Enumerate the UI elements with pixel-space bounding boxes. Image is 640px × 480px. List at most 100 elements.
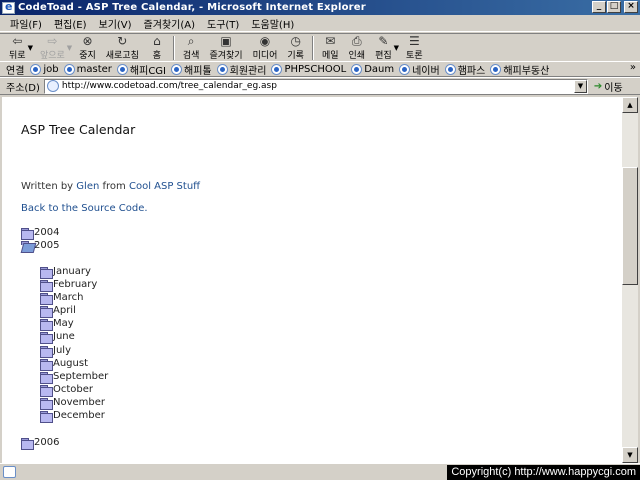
month-label: October: [53, 384, 94, 395]
print-label: 인쇄: [348, 51, 366, 61]
scroll-down-icon[interactable]: ▼: [622, 447, 638, 463]
maximize-button[interactable]: □: [607, 1, 621, 13]
link-label: 해피톨: [184, 65, 212, 77]
link-item[interactable]: master: [63, 63, 112, 75]
printer-icon: ⎙: [352, 33, 362, 48]
folder-closed-icon: [21, 227, 34, 240]
scroll-up-icon[interactable]: ▲: [622, 97, 638, 113]
link-item[interactable]: 회원관리: [216, 62, 267, 77]
year-label: 2005: [34, 240, 60, 251]
back-to-source-link[interactable]: Back to the Source Code.: [21, 203, 148, 214]
tree-year-2004[interactable]: 2004: [21, 226, 59, 240]
page-icon: [216, 63, 228, 75]
forward-dropdown-icon[interactable]: ▼: [67, 44, 72, 52]
stop-label: 중지: [79, 51, 96, 61]
link-label: 회원관리: [229, 65, 267, 77]
edit-dropdown-icon[interactable]: ▼: [394, 44, 399, 52]
link-item[interactable]: 햄파스: [444, 62, 486, 77]
favorites-button[interactable]: ▣ 즐겨찾기: [204, 34, 247, 62]
edit-page-icon: ✎: [378, 34, 389, 48]
search-label: 검색: [182, 51, 200, 61]
forward-button[interactable]: ⇨ 앞으로: [35, 34, 70, 62]
menu-edit[interactable]: 편집(E): [48, 16, 93, 31]
link-item[interactable]: 해피CGI: [116, 62, 166, 77]
address-label: 주소(D): [6, 82, 40, 94]
tree-month[interactable]: July: [40, 344, 71, 358]
folder-closed-icon: [40, 345, 53, 358]
address-input[interactable]: http://www.codetoad.com/tree_calendar_eg…: [43, 78, 588, 94]
refresh-label: 새로고침: [105, 51, 139, 61]
links-more-chevron-icon[interactable]: »: [630, 62, 636, 73]
link-item[interactable]: 네이버: [399, 62, 440, 77]
page-icon: [444, 63, 456, 75]
link-item[interactable]: PHPSCHOOL: [271, 63, 346, 75]
ie-icon: [2, 0, 15, 14]
toolbar-separator: [311, 35, 314, 60]
history-button[interactable]: ◷ 기록: [282, 34, 309, 62]
stop-icon: ⊗: [82, 34, 93, 48]
tree-month[interactable]: August: [40, 357, 88, 371]
tree-month[interactable]: March: [40, 291, 84, 305]
toolbar-separator: [172, 35, 175, 60]
month-label: December: [53, 410, 105, 421]
discuss-button[interactable]: ☰ 토론: [401, 34, 428, 62]
address-dropdown-icon[interactable]: ▼: [573, 79, 587, 93]
close-button[interactable]: ×: [624, 1, 638, 13]
tree-month[interactable]: June: [40, 330, 75, 344]
mail-button[interactable]: ✉ 메일: [317, 34, 344, 62]
discuss-label: 토론: [406, 51, 423, 61]
go-label: 이동: [604, 82, 623, 94]
copyright-overlay: Copyright(c) http://www.happycgi.com: [447, 465, 640, 480]
page-icon: [46, 80, 59, 92]
folder-closed-icon: [40, 384, 53, 397]
go-button[interactable]: ➔ 이동: [594, 79, 623, 94]
back-dropdown-icon[interactable]: ▼: [28, 44, 33, 52]
month-label: March: [53, 292, 84, 303]
menu-tools[interactable]: 도구(T): [201, 16, 245, 31]
menu-view[interactable]: 보기(V): [93, 16, 138, 31]
tree-month[interactable]: May: [40, 317, 74, 331]
tree-month[interactable]: October: [40, 383, 94, 397]
site-link[interactable]: Cool ASP Stuff: [129, 181, 200, 192]
month-label: January: [53, 266, 91, 277]
media-label: 미디어: [252, 51, 278, 61]
link-item[interactable]: job: [30, 63, 59, 75]
link-label: job: [43, 63, 59, 75]
home-button[interactable]: ⌂ 홈: [144, 34, 170, 62]
menu-favorites[interactable]: 즐겨찾기(A): [138, 16, 201, 31]
tree-month[interactable]: November: [40, 396, 106, 410]
stop-button[interactable]: ⊗ 중지: [74, 34, 101, 62]
folder-closed-icon: [40, 331, 53, 344]
link-label: 햄파스: [457, 65, 486, 77]
vertical-scrollbar[interactable]: ▲ ▼: [622, 97, 638, 463]
author-link[interactable]: Glen: [76, 181, 99, 192]
minimize-button[interactable]: _: [592, 1, 606, 13]
page-icon: [271, 63, 283, 75]
tree-year-2005[interactable]: 2005: [21, 239, 59, 252]
month-label: April: [53, 305, 76, 316]
tree-month[interactable]: September: [40, 370, 108, 384]
tree-year-2006[interactable]: 2006: [21, 436, 59, 450]
window-title: CodeToad - ASP Tree Calendar, - Microsof…: [18, 2, 366, 13]
folder-closed-icon: [40, 397, 53, 410]
media-button[interactable]: ◉ 미디어: [248, 34, 283, 62]
link-item[interactable]: Daum: [351, 63, 394, 75]
link-item[interactable]: 해피부동산: [490, 62, 549, 77]
folder-closed-icon: [40, 305, 53, 318]
tree-month[interactable]: April: [40, 304, 76, 318]
page-icon: [351, 63, 363, 75]
print-button[interactable]: ⎙ 인쇄: [344, 34, 371, 62]
tree-month[interactable]: February: [40, 278, 97, 292]
menu-file[interactable]: 파일(F): [4, 16, 48, 31]
menu-help[interactable]: 도움말(H): [245, 16, 300, 31]
tree-month[interactable]: January: [40, 265, 91, 279]
go-arrow-icon: ➔: [593, 80, 603, 92]
month-label: November: [53, 397, 106, 408]
link-item[interactable]: 해피톨: [171, 62, 212, 77]
mail-label: 메일: [321, 51, 339, 61]
tree-month[interactable]: December: [40, 409, 105, 423]
search-button[interactable]: ⌕ 검색: [178, 34, 205, 62]
scrollbar-thumb[interactable]: [622, 167, 638, 285]
refresh-button[interactable]: ↻ 새로고침: [101, 34, 144, 62]
folder-closed-icon: [40, 279, 53, 292]
